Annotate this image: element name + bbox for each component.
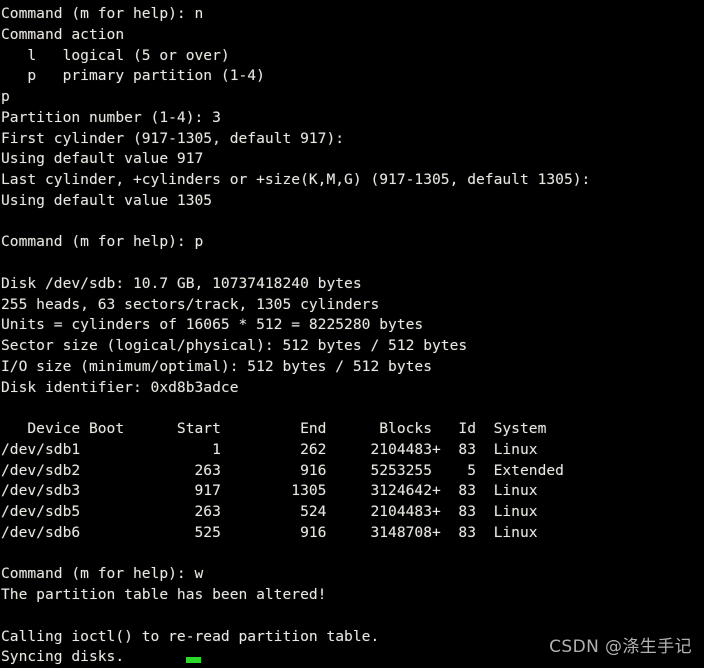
- csdn-watermark: CSDN @涤生手记: [549, 637, 692, 657]
- terminal-line: Sector size (logical/physical): 512 byte…: [1, 337, 468, 354]
- terminal-line: Command (m for help): w: [1, 565, 204, 583]
- terminal-line: /dev/sdb5 263 524 2104483+ 83 Linux: [1, 503, 538, 520]
- terminal-window[interactable]: Command (m for help): n Command action l …: [0, 0, 704, 665]
- terminal-line: p primary partition (1-4): [1, 67, 265, 85]
- terminal-line: /dev/sdb1 1 262 2104483+ 83 Linux: [1, 440, 538, 458]
- terminal-line: Command (m for help): n: [1, 5, 204, 22]
- terminal-line: Command action: [1, 25, 125, 43]
- terminal-line: Command (m for help): p: [1, 233, 204, 251]
- terminal-line: 255 heads, 63 sectors/track, 1305 cylind…: [1, 295, 380, 313]
- terminal-line: /dev/sdb3 917 1305 3124642+ 83 Linux: [1, 482, 538, 500]
- terminal-line: Disk identifier: 0xd8b3adce: [1, 378, 239, 396]
- terminal-line: /dev/sdb6 525 916 3148708+ 83 Linux: [1, 523, 538, 541]
- terminal-line: First cylinder (917-1305, default 917):: [1, 129, 345, 147]
- terminal-line: Units = cylinders of 16065 * 512 = 82252…: [1, 316, 424, 334]
- terminal-line: Disk /dev/sdb: 10.7 GB, 10737418240 byte…: [1, 274, 362, 292]
- text-cursor: [186, 657, 201, 663]
- terminal-line: Partition number (1-4): 3: [1, 108, 221, 126]
- terminal-line: /dev/sdb2 263 916 5253255 5 Extended: [1, 461, 564, 479]
- terminal-line: Using default value 917: [1, 150, 204, 168]
- terminal-line: l logical (5 or over): [1, 46, 230, 64]
- terminal-line: I/O size (minimum/optimal): 512 bytes / …: [1, 357, 433, 375]
- terminal-line: Last cylinder, +cylinders or +size(K,M,G…: [1, 171, 591, 188]
- terminal-output: Command (m for help): n Command action l …: [0, 4, 704, 668]
- terminal-line: p: [1, 88, 10, 105]
- terminal-line: Device Boot Start End Blocks Id System: [1, 420, 547, 437]
- terminal-line: Using default value 1305: [1, 191, 213, 209]
- terminal-line: The partition table has been altered!: [1, 586, 327, 603]
